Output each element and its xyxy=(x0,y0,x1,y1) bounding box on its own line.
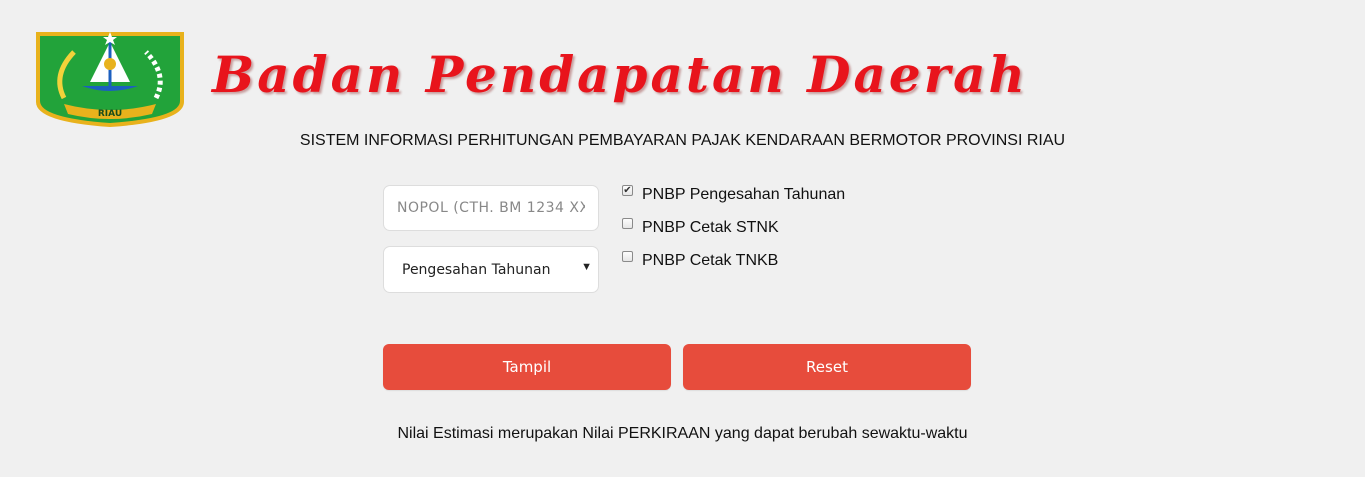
reset-button[interactable]: Reset xyxy=(683,344,971,390)
select-value: Pengesahan Tahunan xyxy=(402,262,551,278)
checkbox-label: PNBP Pengesahan Tahunan xyxy=(642,186,846,203)
riau-emblem-logo: RIAU xyxy=(36,32,184,127)
checkbox-label: PNBP Cetak TNKB xyxy=(642,252,779,269)
checkbox-label: PNBP Cetak STNK xyxy=(642,219,779,236)
dropdown-arrow-icon: ▼ xyxy=(581,261,592,273)
emblem-label: RIAU xyxy=(98,109,122,119)
banner-title: Badan Pendapatan Daerah xyxy=(212,45,1028,104)
checkbox-checked-icon[interactable]: ✔ xyxy=(622,185,633,196)
checkbox-unchecked-icon[interactable] xyxy=(622,218,633,229)
nopol-input[interactable] xyxy=(383,185,599,231)
page-subtitle: SISTEM INFORMASI PERHITUNGAN PEMBAYARAN … xyxy=(299,132,1066,149)
page: RIAU Badan Pendapatan Daerah SISTEM INFO… xyxy=(0,0,1365,477)
estimate-disclaimer: Nilai Estimasi merupakan Nilai PERKIRAAN… xyxy=(397,425,968,442)
checkbox-unchecked-icon[interactable] xyxy=(622,251,633,262)
tampil-button[interactable]: Tampil xyxy=(383,344,671,390)
service-type-select[interactable]: Pengesahan Tahunan ▼ xyxy=(383,246,599,293)
